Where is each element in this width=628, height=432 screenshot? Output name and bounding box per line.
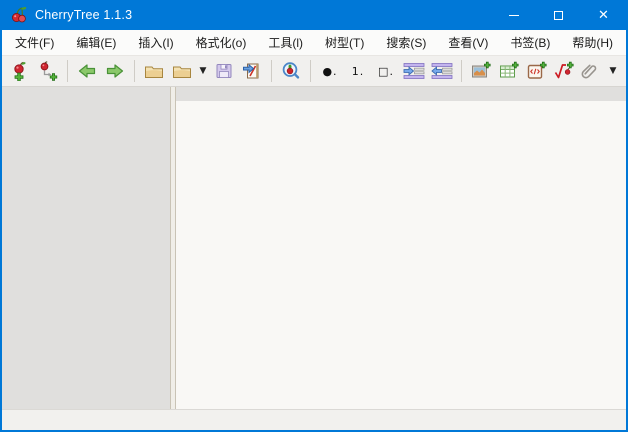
go-back-icon	[77, 63, 97, 79]
go-back-button[interactable]	[73, 58, 101, 84]
titlebar[interactable]: CherryTree 1.1.3 ✕	[2, 0, 626, 30]
indent-right-icon	[403, 62, 425, 80]
go-forward-icon	[105, 63, 125, 79]
menu-item-tools[interactable]: 工具(l)	[257, 30, 314, 55]
insert-codebox-icon	[527, 61, 547, 81]
attach-file-icon	[580, 61, 600, 81]
main-panel	[176, 87, 626, 409]
menu-item-format[interactable]: 格式化(o)	[185, 30, 258, 55]
maximize-button[interactable]	[536, 0, 581, 30]
find-nodes-button[interactable]	[277, 58, 305, 84]
menu-item-help[interactable]: 帮助(H)	[561, 30, 624, 55]
open-file-button[interactable]	[140, 58, 168, 84]
save-as-button[interactable]	[238, 58, 266, 84]
menubar: 文件(F) 编辑(E) 插入(I) 格式化(o) 工具(l) 树型(T) 搜索(…	[2, 30, 626, 56]
bullet-list-button[interactable]: ●.	[316, 58, 344, 84]
new-subnode-icon	[38, 61, 58, 81]
new-node-icon	[10, 61, 30, 81]
toolbar-separator	[310, 60, 311, 82]
numbered-list-icon: 1.	[352, 65, 365, 78]
toolbar-separator	[271, 60, 272, 82]
menu-item-insert[interactable]: 插入(I)	[127, 30, 184, 55]
toolbar-separator	[67, 60, 68, 82]
insert-latex-icon	[554, 61, 574, 81]
cherrytree-window: CherryTree 1.1.3 ✕ 文件(F) 编辑(E) 插入(I) 格式化…	[0, 0, 628, 432]
editor-area[interactable]	[176, 101, 626, 409]
close-button[interactable]: ✕	[581, 0, 626, 30]
minimize-button[interactable]	[491, 0, 536, 30]
insert-image-icon	[471, 61, 491, 81]
numbered-list-button[interactable]: 1.	[344, 58, 372, 84]
save-button[interactable]	[210, 58, 238, 84]
recent-docs-icon	[172, 62, 192, 80]
indent-left-button[interactable]	[428, 58, 456, 84]
menu-item-search[interactable]: 搜索(S)	[375, 30, 437, 55]
new-node-button[interactable]	[6, 58, 34, 84]
indent-right-button[interactable]	[400, 58, 428, 84]
toolbar: ▼	[2, 56, 626, 87]
find-nodes-icon	[281, 61, 301, 81]
content-area	[2, 87, 626, 409]
todo-list-icon: □.	[378, 65, 394, 78]
window-controls: ✕	[491, 0, 626, 30]
new-subnode-button[interactable]	[34, 58, 62, 84]
menu-item-file[interactable]: 文件(F)	[4, 30, 65, 55]
insert-table-icon	[499, 61, 519, 81]
toolbar-separator	[134, 60, 135, 82]
toolbar-overflow-button[interactable]: ▼	[605, 66, 621, 76]
attach-file-button[interactable]	[577, 58, 603, 84]
close-icon: ✕	[598, 9, 609, 22]
indent-left-icon	[431, 62, 453, 80]
save-icon	[214, 61, 234, 81]
recent-docs-button[interactable]	[168, 58, 196, 84]
menu-item-tree[interactable]: 树型(T)	[314, 30, 375, 55]
menu-item-bookmarks[interactable]: 书签(B)	[499, 30, 561, 55]
editor-top-strip	[176, 87, 626, 101]
cherrytree-logo-icon	[10, 6, 28, 24]
insert-image-button[interactable]	[467, 58, 495, 84]
insert-codebox-button[interactable]	[523, 58, 551, 84]
go-forward-button[interactable]	[101, 58, 129, 84]
tree-panel[interactable]	[2, 87, 170, 409]
recent-docs-dropdown[interactable]: ▼	[196, 66, 210, 76]
menu-item-view[interactable]: 查看(V)	[437, 30, 499, 55]
window-title: CherryTree 1.1.3	[35, 8, 132, 22]
todo-list-button[interactable]: □.	[372, 58, 400, 84]
toolbar-separator	[461, 60, 462, 82]
statusbar	[2, 409, 626, 430]
maximize-icon	[554, 11, 563, 20]
insert-table-button[interactable]	[495, 58, 523, 84]
save-as-icon	[242, 61, 262, 81]
minimize-icon	[509, 15, 519, 16]
menu-item-edit[interactable]: 编辑(E)	[65, 30, 127, 55]
insert-latex-button[interactable]	[551, 58, 577, 84]
open-file-icon	[144, 62, 164, 80]
bullet-list-icon: ●.	[322, 65, 337, 78]
